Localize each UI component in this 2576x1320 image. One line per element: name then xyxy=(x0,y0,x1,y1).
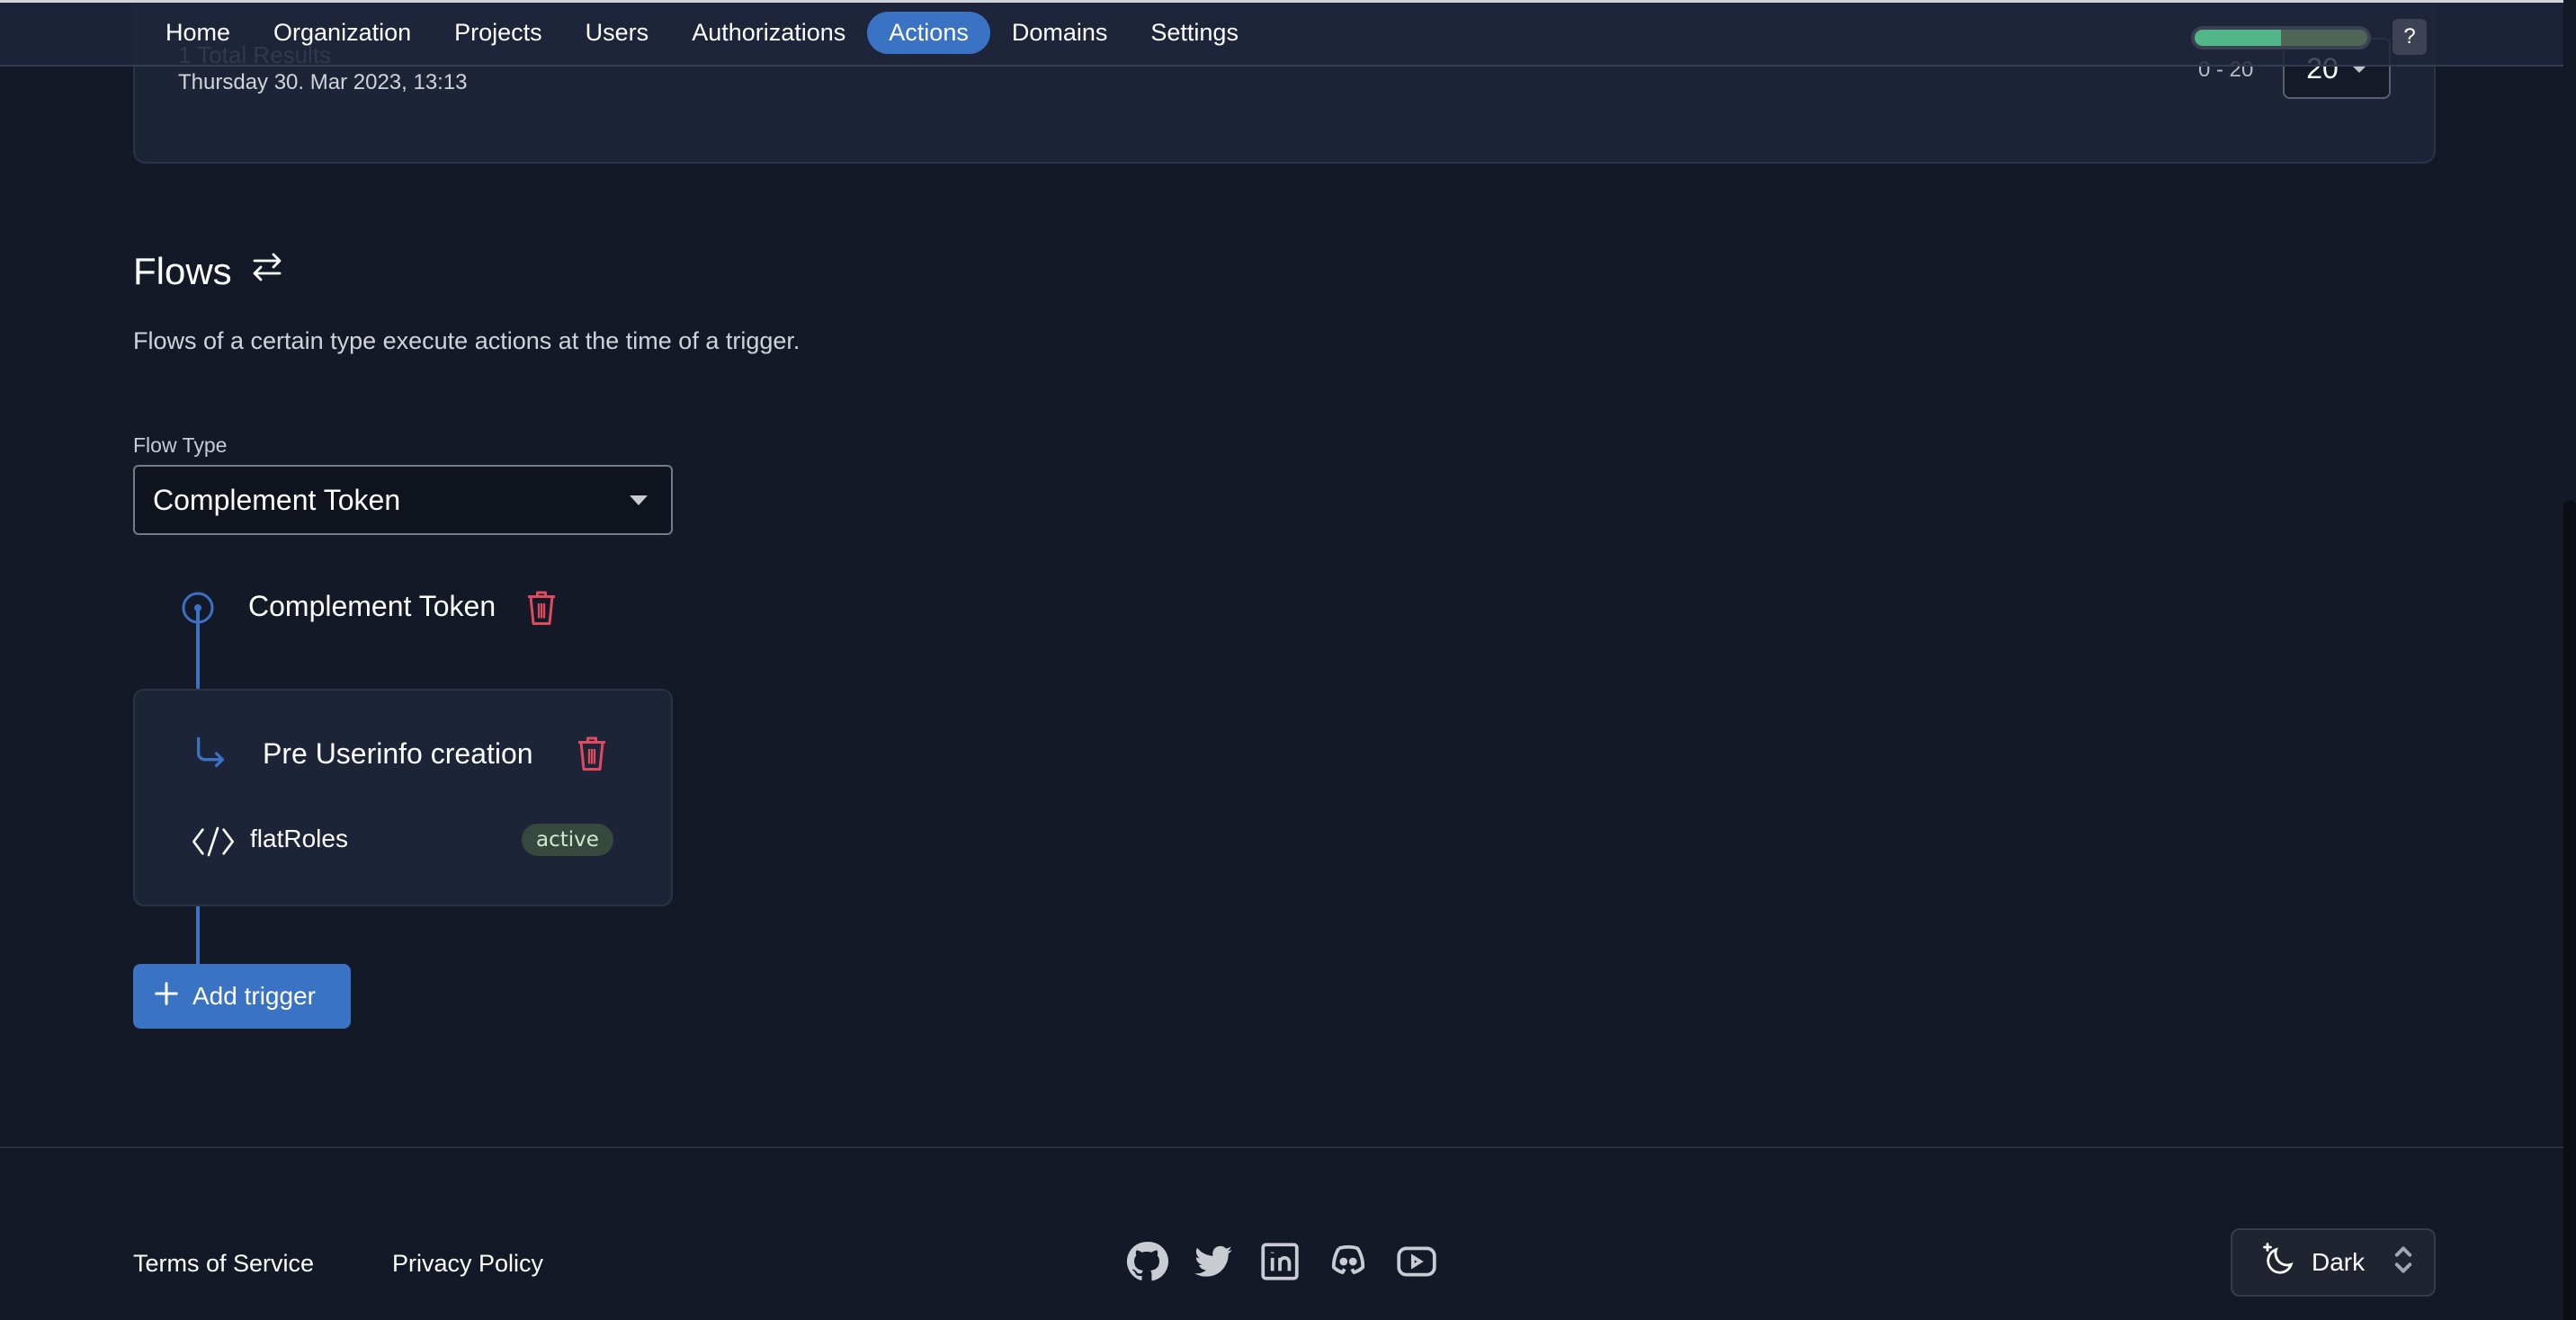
flows-heading: Flows xyxy=(133,248,286,295)
flow-connector-line xyxy=(196,906,200,966)
discord-icon[interactable] xyxy=(1324,1239,1373,1284)
flow-root-name: Complement Token xyxy=(248,590,496,622)
linkedin-icon[interactable] xyxy=(1257,1239,1302,1284)
moon-icon xyxy=(2261,1241,2299,1285)
add-trigger-button[interactable]: Add trigger xyxy=(133,964,351,1029)
top-nav: Home Organization Projects Users Authori… xyxy=(0,0,2576,67)
action-name[interactable]: flatRoles xyxy=(250,825,348,853)
delete-trigger-button[interactable] xyxy=(576,736,608,778)
quota-progress-fill xyxy=(2195,30,2281,46)
nav-item-users[interactable]: Users xyxy=(564,12,671,54)
flow-root-icon xyxy=(180,592,216,632)
nav-item-actions[interactable]: Actions xyxy=(867,12,990,54)
nav-items: Home Organization Projects Users Authori… xyxy=(144,12,1260,54)
nav-item-domains[interactable]: Domains xyxy=(990,12,1130,54)
flow-type-value: Complement Token xyxy=(153,483,401,516)
github-icon[interactable] xyxy=(1124,1239,1169,1284)
trigger-card xyxy=(133,689,673,906)
privacy-policy-link[interactable]: Privacy Policy xyxy=(392,1250,543,1278)
social-links xyxy=(1124,1239,1439,1284)
flow-type-label: Flow Type xyxy=(133,433,228,457)
trash-icon xyxy=(578,736,605,771)
flow-type-select[interactable]: Complement Token xyxy=(133,465,673,535)
trigger-arrow-icon xyxy=(192,736,228,776)
results-timestamp: Thursday 30. Mar 2023, 13:13 xyxy=(178,70,468,94)
swap-arrows-icon xyxy=(248,248,286,295)
theme-value: Dark xyxy=(2312,1248,2366,1276)
chevron-updown-icon xyxy=(2393,1244,2413,1282)
flows-title: Flows xyxy=(133,250,232,292)
nav-item-home[interactable]: Home xyxy=(144,12,252,54)
trash-icon xyxy=(528,591,555,625)
status-badge: active xyxy=(522,824,613,856)
twitter-icon[interactable] xyxy=(1191,1239,1236,1284)
code-icon xyxy=(191,824,236,864)
scrollbar-thumb[interactable] xyxy=(2563,500,2576,1320)
terms-of-service-link[interactable]: Terms of Service xyxy=(133,1250,314,1278)
theme-select[interactable]: Dark xyxy=(2231,1228,2436,1297)
footer-divider xyxy=(0,1146,2576,1148)
trigger-name: Pre Userinfo creation xyxy=(263,737,533,770)
flows-description: Flows of a certain type execute actions … xyxy=(133,327,801,354)
add-trigger-label: Add trigger xyxy=(192,982,316,1010)
caret-down-icon xyxy=(630,495,648,505)
help-button[interactable]: ? xyxy=(2393,19,2427,55)
nav-item-settings[interactable]: Settings xyxy=(1129,12,1260,54)
quota-progress-bar xyxy=(2191,26,2371,49)
plus-icon xyxy=(153,980,180,1013)
nav-item-projects[interactable]: Projects xyxy=(433,12,564,54)
delete-flow-button[interactable] xyxy=(525,590,558,632)
nav-item-authorizations[interactable]: Authorizations xyxy=(670,12,867,54)
nav-item-organization[interactable]: Organization xyxy=(252,12,433,54)
youtube-icon[interactable] xyxy=(1394,1239,1439,1284)
